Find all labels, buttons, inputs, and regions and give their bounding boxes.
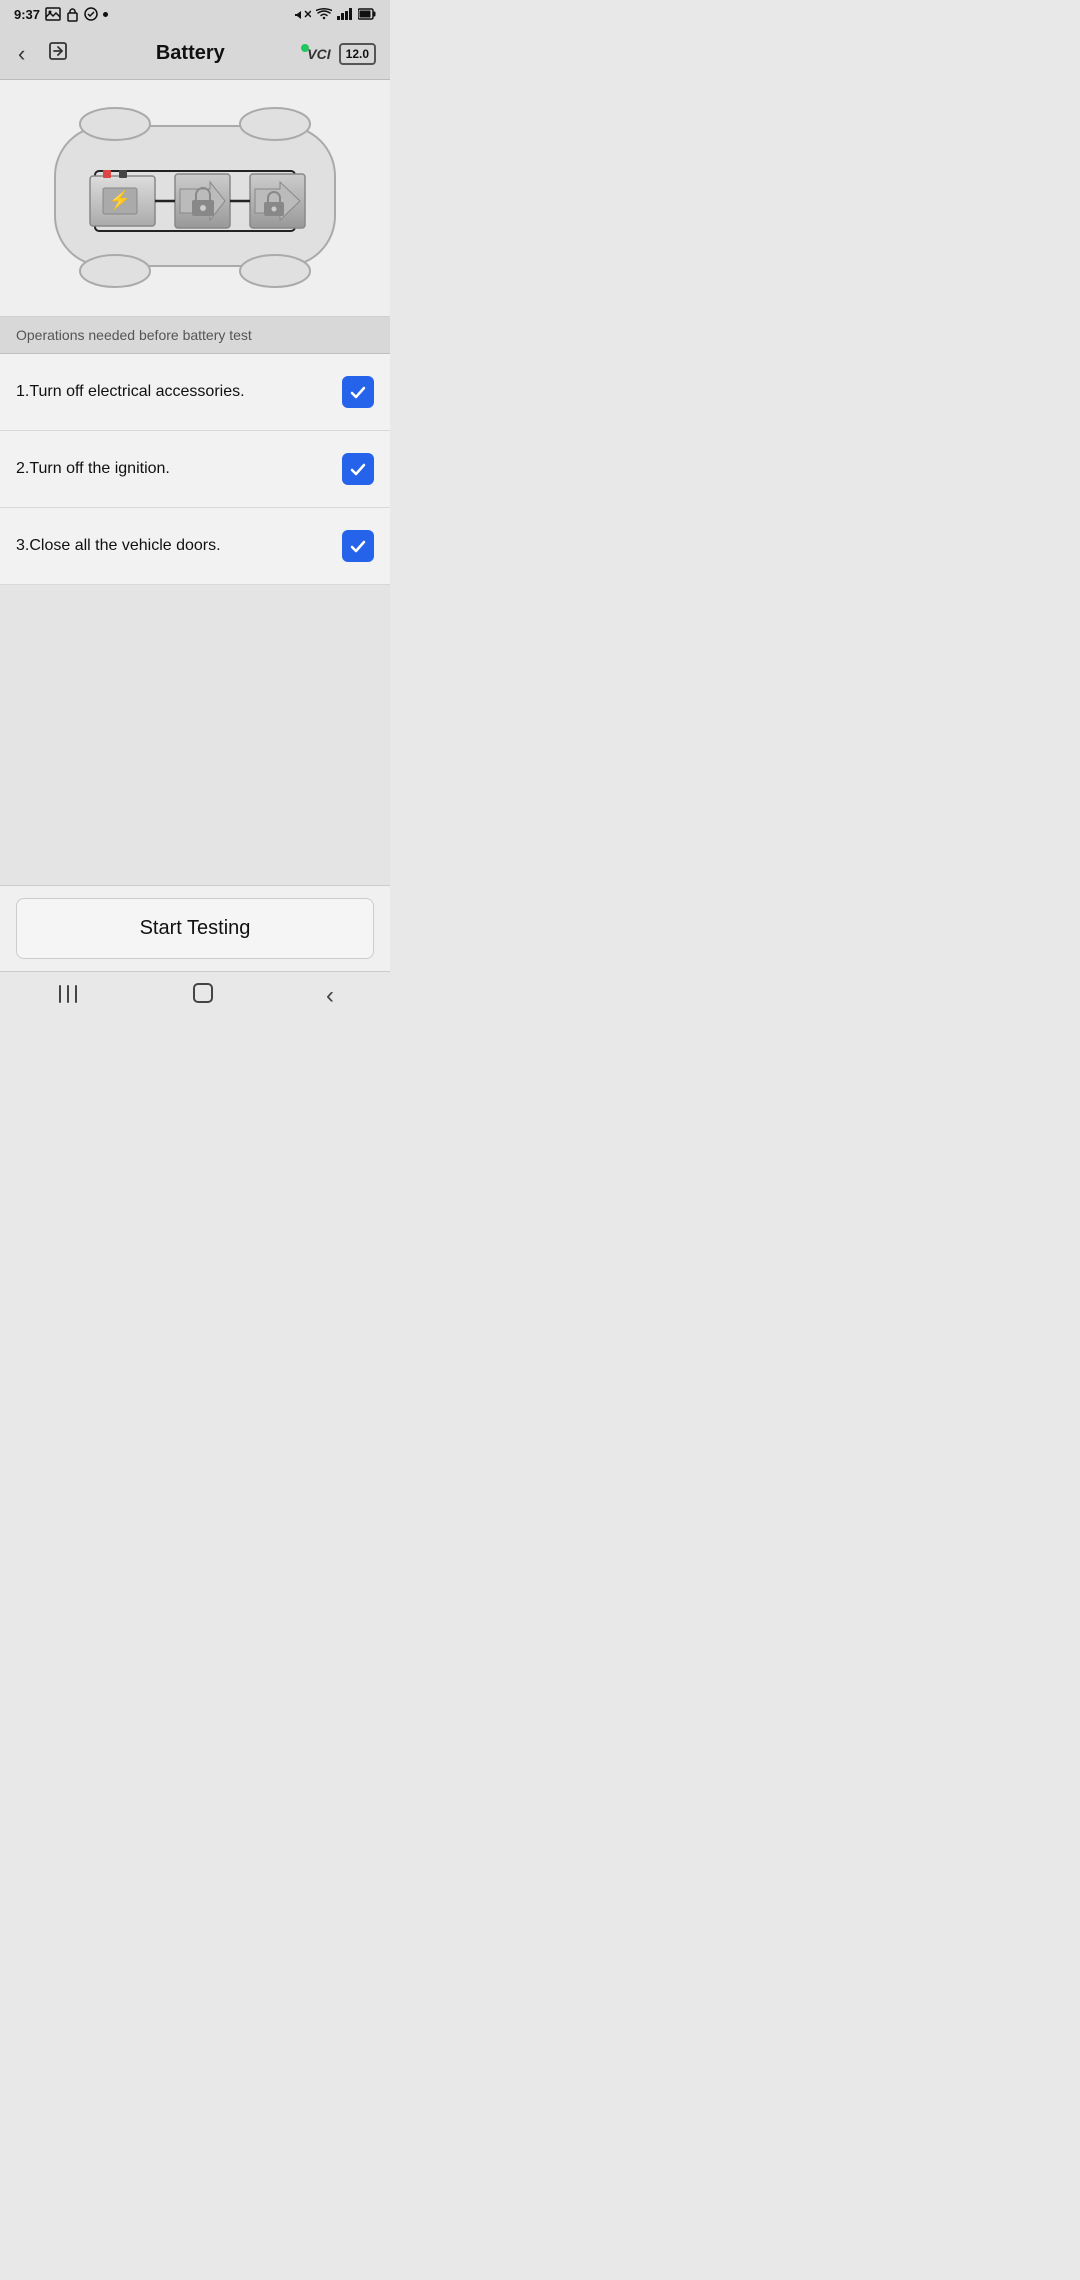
checklist: 1.Turn off electrical accessories. 2.Tur… [0, 354, 390, 585]
section-header: Operations needed before battery test [0, 317, 390, 354]
checklist-label-2: 2.Turn off the ignition. [16, 460, 170, 478]
menu-button[interactable] [36, 975, 100, 1017]
checklist-label-1: 1.Turn off electrical accessories. [16, 383, 245, 401]
dot-indicator [103, 12, 108, 17]
svg-text:⚡: ⚡ [109, 189, 131, 211]
page-title: Battery [73, 42, 307, 65]
vci-label: VCI [307, 46, 330, 62]
check-icon [84, 7, 98, 21]
car-diagram-svg: ⚡ [35, 96, 355, 296]
wifi-icon [316, 8, 332, 20]
battery-icon [358, 8, 376, 20]
section-header-text: Operations needed before battery test [16, 327, 252, 343]
back-button[interactable]: ‹ [14, 37, 29, 71]
checkbox-2[interactable] [342, 453, 374, 485]
nav-bar: ‹ Battery VCI 12.0 [0, 28, 390, 80]
status-bar: 9:37 [0, 0, 390, 28]
start-testing-button[interactable]: Start Testing [16, 898, 374, 959]
vci-connected-dot [301, 44, 309, 52]
status-left: 9:37 [14, 7, 108, 22]
signal-icon [337, 8, 353, 20]
status-time: 9:37 [14, 7, 40, 22]
checklist-item-3: 3.Close all the vehicle doors. [0, 508, 390, 585]
mute-icon [295, 7, 311, 21]
export-button[interactable] [43, 36, 73, 72]
vci-badge: VCI [307, 46, 330, 62]
lock-icon [66, 7, 79, 22]
home-button[interactable] [172, 974, 234, 1018]
checkbox-1[interactable] [342, 376, 374, 408]
gallery-icon [45, 7, 61, 21]
empty-area [0, 585, 390, 885]
checklist-label-3: 3.Close all the vehicle doors. [16, 537, 221, 555]
checkbox-3[interactable] [342, 530, 374, 562]
car-diagram: ⚡ [0, 80, 390, 317]
nav-back-button[interactable]: ‹ [306, 974, 354, 1018]
nav-left: ‹ [14, 36, 73, 72]
status-right [295, 7, 376, 21]
checklist-item-1: 1.Turn off electrical accessories. [0, 354, 390, 431]
start-btn-container: Start Testing [0, 885, 390, 971]
voltage-display: 12.0 [339, 43, 376, 65]
nav-right: VCI 12.0 [307, 43, 376, 65]
checklist-item-2: 2.Turn off the ignition. [0, 431, 390, 508]
bottom-nav: ‹ [0, 971, 390, 1019]
